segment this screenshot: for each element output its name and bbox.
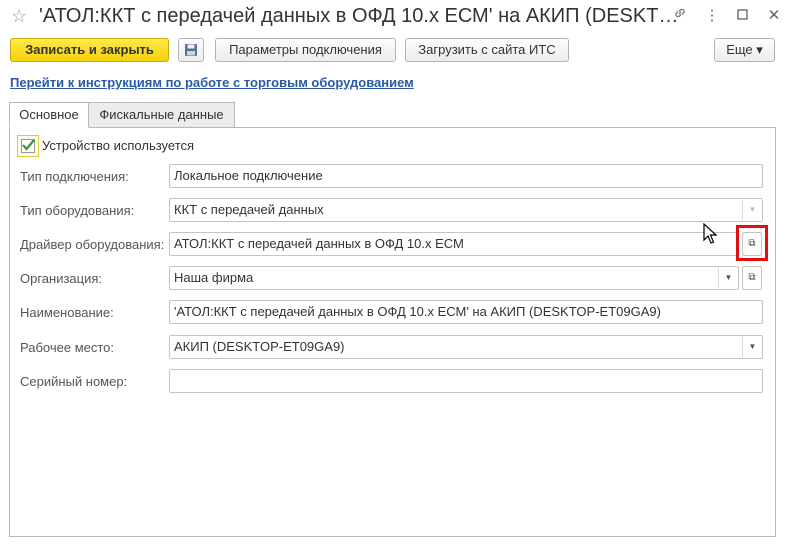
link-icon[interactable] — [669, 6, 691, 26]
tab-fiscal-data[interactable]: Фискальные данные — [88, 102, 235, 128]
organization-open-button[interactable]: ⧉ — [742, 266, 762, 290]
instructions-link[interactable]: Перейти к инструкциям по работе с торгов… — [10, 75, 414, 90]
more-menu-icon[interactable]: ⋮ — [701, 6, 723, 26]
workplace-label: Рабочее место: — [20, 340, 115, 355]
close-icon[interactable]: ✕ — [763, 6, 785, 26]
mouse-cursor-icon — [703, 222, 719, 248]
name-label: Наименование: — [20, 305, 114, 320]
organization-dropdown-icon[interactable]: ▼ — [718, 266, 738, 290]
equipment-type-field[interactable]: ККТ с передачей данных — [169, 198, 763, 222]
name-field[interactable]: 'АТОЛ:ККТ с передачей данных в ОФД 10.x … — [169, 300, 763, 324]
equipment-driver-label: Драйвер оборудования: — [20, 237, 165, 252]
save-and-close-button[interactable]: Записать и закрыть — [10, 38, 169, 62]
checkmark-icon — [22, 139, 35, 151]
serial-number-field[interactable] — [169, 369, 763, 393]
device-used-checkbox-frame — [17, 135, 39, 157]
save-button[interactable] — [178, 38, 204, 62]
organization-label: Организация: — [20, 271, 103, 286]
workplace-field[interactable]: АКИП (DESKTOP-ET09GA9) — [169, 335, 763, 359]
connection-type-label: Тип подключения: — [20, 169, 129, 184]
equipment-type-dropdown-icon[interactable]: ▼ — [742, 198, 762, 222]
open-icon: ⧉ — [748, 272, 756, 283]
maximize-icon[interactable] — [731, 6, 753, 26]
organization-value: Наша фирма — [174, 270, 254, 285]
favorite-star-icon[interactable]: ☆ — [11, 6, 27, 26]
device-used-label[interactable]: Устройство используется — [42, 138, 194, 153]
tab-main[interactable]: Основное — [9, 102, 89, 128]
open-icon: ⧉ — [748, 238, 756, 249]
connection-type-field[interactable]: Локальное подключение — [169, 164, 763, 188]
serial-number-label: Серийный номер: — [20, 374, 128, 389]
organization-field[interactable]: Наша фирма — [169, 266, 739, 290]
device-used-checkbox[interactable] — [21, 139, 35, 153]
equipment-driver-field[interactable]: АТОЛ:ККТ с передачей данных в ОФД 10.x Е… — [169, 232, 739, 256]
window-title: 'АТОЛ:ККТ с передачей данных в ОФД 10.x … — [39, 5, 679, 27]
save-icon — [184, 44, 198, 60]
tab-panel — [9, 127, 776, 537]
download-its-button[interactable]: Загрузить с сайта ИТС — [405, 38, 569, 62]
workplace-dropdown-icon[interactable]: ▼ — [742, 335, 762, 359]
more-button[interactable]: Еще ▾ — [714, 38, 775, 62]
workplace-value: АКИП (DESKTOP-ET09GA9) — [174, 339, 345, 354]
equipment-driver-open-button[interactable]: ⧉ — [742, 232, 762, 256]
connection-params-button[interactable]: Параметры подключения — [215, 38, 396, 62]
equipment-type-value: ККТ с передачей данных — [174, 202, 324, 217]
equipment-type-label: Тип оборудования: — [20, 203, 135, 218]
